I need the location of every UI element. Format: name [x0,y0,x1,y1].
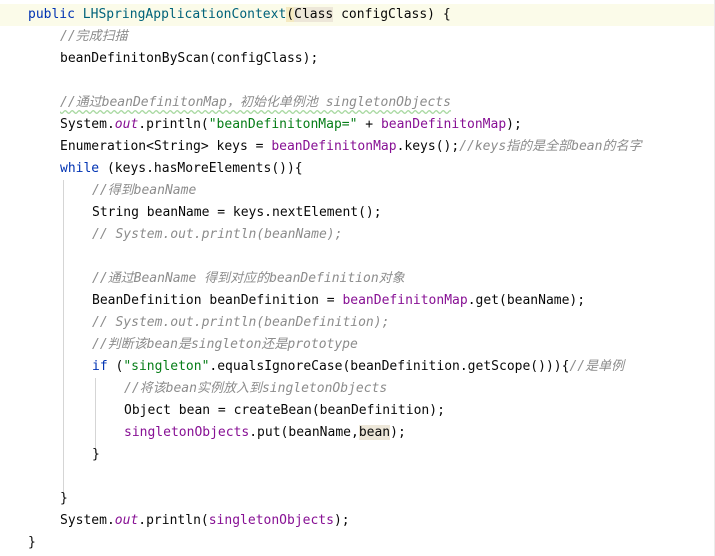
code-line[interactable]: if ("singleton".equalsIgnoreCase(beanDef… [92,356,624,378]
code-line[interactable]: } [28,532,36,554]
code-token: LHSpringApplicationContext [82,7,287,22]
code-token: configClass) { [333,7,451,22]
code-editor[interactable]: public LHSpringApplicationContext(Class … [0,0,715,556]
code-token: //是单例 [569,359,625,374]
code-token: ); [506,117,522,132]
code-token: "singleton" [123,359,210,374]
code-token: beanDefinitonByScan(configClass); [60,51,319,66]
code-token: ); [333,513,350,528]
code-token: String beanName = keys.nextElement(); [92,205,382,220]
code-token: } [28,535,36,550]
code-token: "beanDefinitonMap=" [208,117,358,132]
code-line[interactable]: } [60,488,68,510]
code-line[interactable]: //判断该bean是singleton还是prototype [92,334,358,356]
code-token: .keys(); [396,139,460,154]
code-line[interactable]: Enumeration<String> keys = beanDefiniton… [60,136,641,158]
code-token: singletonObjects [208,513,334,528]
indent-guide-while-block [63,180,64,498]
code-token: .println( [138,117,209,132]
code-token: System. [60,513,115,528]
code-token: beanDefinitonMap [380,117,507,132]
code-token: public [28,7,83,22]
indent-guide-if-block [95,378,96,454]
code-token: // System.out.println(beanName); [92,227,343,242]
code-token: //keys指的是全部bean的名字 [459,139,642,154]
code-line[interactable]: //将该bean实例放入到singletonObjects [124,378,387,400]
code-token: ( [286,7,295,22]
code-token: if [92,359,108,374]
code-token: out [114,513,139,528]
code-token: //得到beanName [92,183,197,198]
code-line[interactable]: beanDefinitonByScan(configClass); [60,48,318,70]
code-token: } [60,491,68,506]
code-token: + [357,117,381,132]
code-line[interactable]: //通过beanDefinitonMap，初始化单例池 singletonObj… [60,92,451,114]
code-line[interactable]: } [92,444,100,466]
code-token: .println( [138,513,209,528]
code-token: ); [390,425,406,440]
code-line[interactable]: //完成扫描 [60,26,128,48]
code-line[interactable]: BeanDefinition beanDefinition = beanDefi… [92,290,585,312]
code-line[interactable]: System.out.println(singletonObjects); [60,510,350,532]
code-token: (keys.hasMoreElements()){ [99,161,303,176]
code-token: Enumeration<String> keys = [60,139,272,154]
code-token: //判断该bean是singleton还是prototype [92,337,358,352]
code-line[interactable]: singletonObjects.put(beanName,bean); [124,422,406,444]
code-token: Class [294,7,334,22]
code-token: bean [358,425,391,440]
code-token: beanDefinitonMap [271,139,397,154]
code-token: .equalsIgnoreCase(beanDefinition.getScop… [209,359,570,374]
code-line[interactable]: // System.out.println(beanDefinition); [92,312,389,334]
code-line[interactable]: while (keys.hasMoreElements()){ [60,158,303,180]
code-token: System. [60,117,115,132]
code-token: //将该bean实例放入到singletonObjects [124,381,388,396]
code-token: //通过beanDefinitonMap，初始化单例池 singletonObj… [60,95,451,110]
code-token: } [92,447,100,462]
code-line[interactable]: //得到beanName [92,180,196,202]
code-token: //完成扫描 [60,29,128,44]
code-line[interactable]: Object bean = createBean(beanDefinition)… [124,400,445,422]
code-token: singletonObjects [124,425,250,440]
code-line[interactable]: String beanName = keys.nextElement(); [92,202,382,224]
code-token: .get(beanName); [467,293,586,308]
code-line[interactable]: // System.out.println(beanName); [92,224,342,246]
code-token: // System.out.println(beanDefinition); [92,315,390,330]
code-token: BeanDefinition beanDefinition = [92,293,343,308]
code-line[interactable]: public LHSpringApplicationContext(Class … [28,4,451,26]
code-token: //通过BeanName 得到对应的beanDefinition对象 [92,271,405,286]
code-token: beanDefinitonMap [342,293,468,308]
code-token: .put(beanName, [249,425,359,440]
code-token: while [60,161,100,176]
code-token: ( [107,359,124,374]
code-token: out [114,117,139,132]
code-line[interactable]: System.out.println("beanDefinitonMap=" +… [60,114,522,136]
code-token: Object bean = createBean(beanDefinition)… [124,403,445,418]
code-line[interactable]: //通过BeanName 得到对应的beanDefinition对象 [92,268,405,290]
